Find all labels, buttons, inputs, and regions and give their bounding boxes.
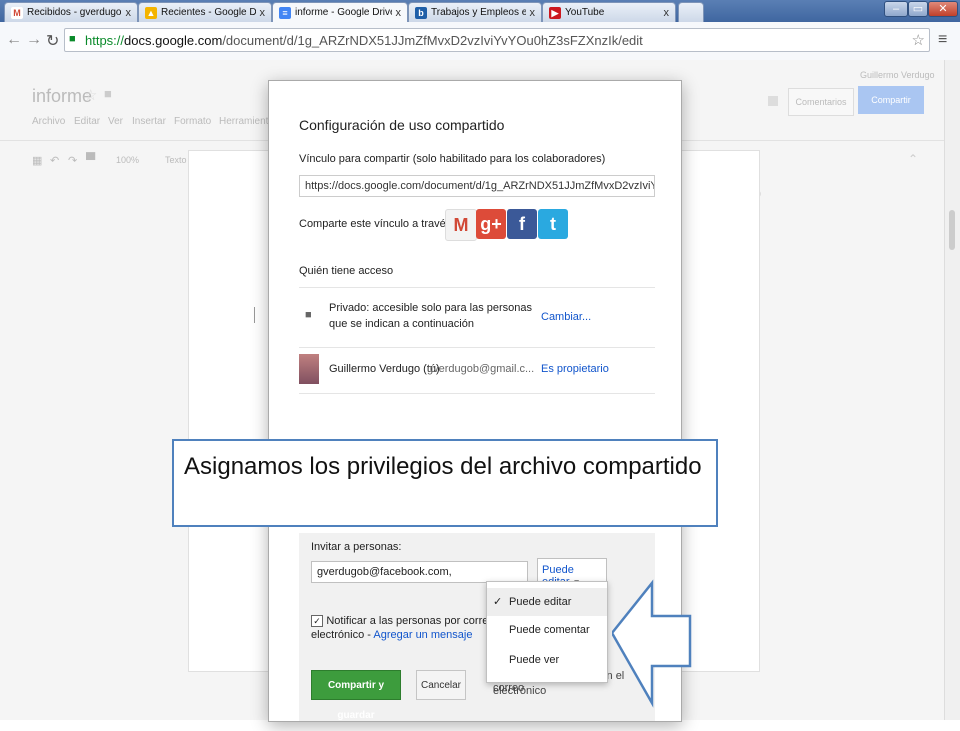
menu-item-comment[interactable]: Puede comentar — [487, 616, 607, 644]
tab-youtube[interactable]: ▶ YouTube x — [542, 2, 676, 22]
tab-title: YouTube — [565, 7, 605, 18]
dialog-title: Configuración de uso compartido — [299, 117, 505, 133]
owner-email: gverdugob@gmail.c... — [427, 363, 535, 375]
check-icon: ✓ — [493, 596, 503, 608]
maximize-button[interactable]: ▭ — [908, 1, 928, 17]
url-scheme: https:// — [85, 33, 125, 48]
divider — [299, 393, 655, 394]
tab-title: Trabajos y Empleos en Ch — [431, 7, 526, 18]
text-cursor — [254, 307, 255, 323]
address-bar[interactable]: ■ https://docs.google.com/document/d/1g_… — [64, 28, 930, 52]
avatar — [299, 354, 319, 384]
scrollbar[interactable] — [944, 60, 960, 720]
bumeran-icon: b — [415, 6, 427, 19]
new-tab-button[interactable] — [678, 2, 704, 22]
invite-input[interactable]: gverdugob@facebook.com, — [311, 561, 528, 583]
undo-icon[interactable]: ↶ — [50, 154, 59, 167]
menu-item-edit[interactable]: ✓ Puede editar — [487, 588, 607, 616]
add-message-link[interactable]: Agregar un mensaje — [373, 629, 472, 641]
twitter-icon[interactable]: t — [538, 209, 568, 239]
close-icon[interactable]: x — [664, 7, 670, 19]
invite-label: Invitar a personas: — [311, 541, 402, 553]
share-link-field[interactable]: https://docs.google.com/document/d/1g_AR… — [299, 175, 655, 197]
browser-toolbar: ← → ↻ ■ https://docs.google.com/document… — [0, 22, 960, 61]
gmail-icon[interactable]: M — [445, 209, 477, 241]
share-button[interactable]: Compartir — [858, 86, 924, 114]
gmail-icon: M — [11, 6, 23, 19]
back-icon[interactable]: ← — [6, 31, 22, 49]
lock-icon: ■ — [69, 33, 76, 45]
menu-editar[interactable]: Editar — [74, 116, 100, 127]
notify-label: Notificar a las personas por correo — [326, 615, 495, 627]
tab-drive[interactable]: ▲ Recientes - Google Drive x — [138, 2, 272, 22]
comments-button[interactable]: Comentarios — [788, 88, 854, 116]
menu-item-view[interactable]: Puede ver — [487, 646, 607, 674]
menu-icon[interactable]: ≡ — [938, 31, 947, 49]
zoom-select[interactable]: 100% — [116, 155, 139, 165]
menu-item-label: Puede editar — [509, 596, 572, 608]
access-heading: Quién tiene acceso — [299, 265, 394, 277]
close-window-button[interactable]: ✕ — [928, 1, 958, 17]
googleplus-icon[interactable]: g+ — [476, 209, 506, 239]
close-icon[interactable]: x — [260, 7, 266, 19]
url-text: https://docs.google.com/document/d/1g_AR… — [85, 33, 643, 48]
annotation-callout: Asignamos los privilegios del archivo co… — [172, 439, 718, 527]
minimize-button[interactable]: – — [884, 1, 908, 17]
star-icon[interactable]: ☆ — [84, 86, 97, 104]
close-icon[interactable]: x — [396, 7, 402, 19]
divider — [299, 287, 655, 288]
paste-label-cont: electrónico — [493, 685, 547, 697]
annotation-arrow — [612, 579, 692, 708]
close-icon[interactable]: x — [530, 7, 536, 19]
change-link[interactable]: Cambiar... — [541, 311, 591, 323]
access-privacy-line1: Privado: accesible solo para las persona… — [329, 302, 533, 314]
tab-jobs[interactable]: b Trabajos y Empleos en Ch x — [408, 2, 542, 22]
tab-gmail[interactable]: M Recibidos - gverdugob@g x — [4, 2, 138, 22]
close-icon[interactable]: x — [126, 7, 132, 19]
url-domain: docs.google.com — [124, 33, 223, 48]
menu-ver[interactable]: Ver — [108, 116, 123, 127]
print-icon[interactable]: ▦ — [32, 154, 42, 167]
owner-name: Guillermo Verdugo (tú) — [329, 363, 440, 375]
permission-menu: ✓ Puede editar Puede comentar Puede ver — [486, 581, 608, 683]
lock-icon: ■ — [305, 309, 312, 321]
docs-icon: ≡ — [279, 6, 291, 19]
arrow-shape — [612, 579, 692, 708]
notify-checkbox-row: ✓ Notificar a las personas por correo — [311, 613, 494, 627]
paint-format-icon[interactable]: ▀ — [86, 152, 95, 167]
cancel-button[interactable]: Cancelar — [416, 670, 466, 700]
redo-icon[interactable]: ↷ — [68, 154, 77, 167]
present-icon[interactable] — [768, 96, 778, 106]
divider — [299, 347, 655, 348]
tab-docs[interactable]: ≡ informe - Google Drive x — [272, 2, 408, 22]
youtube-icon: ▶ — [549, 6, 561, 19]
share-and-save-button[interactable]: Compartir y guardar — [311, 670, 401, 721]
collapse-icon[interactable]: ⌃ — [908, 152, 918, 166]
url-path: /document/d/1g_ARZrNDX51JJmZfMvxD2vzIviY… — [222, 33, 643, 48]
access-privacy-line2: que se indican a continuación — [329, 318, 474, 330]
share-via-label: Comparte este vínculo a través de: — [299, 218, 470, 230]
star-icon[interactable]: ☆ — [912, 31, 925, 49]
notify-checkbox[interactable]: ✓ — [311, 615, 323, 627]
tab-title: informe - Google Drive — [295, 7, 392, 18]
tab-title: Recibidos - gverdugob@g — [27, 7, 122, 18]
menu-formato[interactable]: Formato — [174, 116, 211, 127]
drive-icon: ▲ — [145, 6, 157, 19]
reload-icon[interactable]: ↻ — [46, 31, 59, 51]
tab-title: Recientes - Google Drive — [161, 7, 256, 18]
menu-insertar[interactable]: Insertar — [132, 116, 166, 127]
user-name[interactable]: Guillermo Verdugo — [860, 70, 935, 80]
notify-line2: electrónico - Agregar un mensaje — [311, 629, 472, 641]
folder-icon[interactable]: ■ — [104, 86, 112, 101]
link-label: Vínculo para compartir (solo habilitado … — [299, 153, 606, 165]
permission-select[interactable]: Puede editar ▼ — [537, 558, 607, 588]
owner-role: Es propietario — [541, 363, 609, 375]
notify-label-cont: electrónico - — [311, 629, 371, 641]
menu-archivo[interactable]: Archivo — [32, 116, 65, 127]
menu-herramientas[interactable]: Herramienta — [219, 116, 274, 127]
forward-icon[interactable]: → — [26, 31, 42, 49]
scrollbar-thumb[interactable] — [949, 210, 955, 250]
facebook-icon[interactable]: f — [507, 209, 537, 239]
